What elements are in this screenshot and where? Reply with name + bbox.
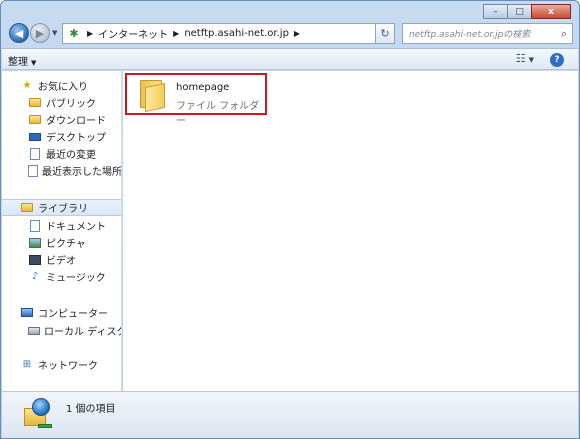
search-input[interactable]: netftp.asahi-net.or.jpの検索 <box>403 27 556 40</box>
sidebar-libraries[interactable]: ライブラリ <box>2 199 121 216</box>
breadcrumb-host[interactable]: netftp.asahi-net.or.jp <box>184 28 289 39</box>
local-disk-icon <box>28 325 40 337</box>
details-pane: 1 個の項目 <box>2 391 578 438</box>
refresh-button[interactable]: ↻ <box>375 23 395 44</box>
sidebar-item-label: ピクチャ <box>46 239 86 250</box>
sidebar-item-label: デスクトップ <box>46 133 106 144</box>
item-count: 1 個の項目 <box>66 404 116 415</box>
explorer-window: – □ x ◀ ▶ ▼ ✱ ▶ インターネット ▶ netftp.asahi-n… <box>0 0 580 439</box>
sidebar-item-local-disk[interactable]: ローカル ディスク ( <box>2 322 121 339</box>
sidebar-item-music[interactable]: ♪ ミュージック <box>2 268 121 285</box>
forward-button[interactable]: ▶ <box>30 23 50 43</box>
sidebar-network[interactable]: ⊞ ネットワーク <box>2 356 121 373</box>
star-icon: ★ <box>22 80 32 91</box>
chevron-right-icon[interactable]: ▶ <box>173 29 179 38</box>
navigation-pane: ★ お気に入り パブリック ダウンロード デスクトップ 最近の変更 最近表示した… <box>2 71 122 391</box>
refresh-icon: ↻ <box>380 27 390 40</box>
library-icon <box>20 202 34 214</box>
sidebar-item-documents[interactable]: ドキュメント <box>2 217 121 234</box>
sidebar-item-recent-places[interactable]: 最近表示した場所 <box>2 162 122 179</box>
organize-button[interactable]: 整理 ▼ <box>8 53 36 68</box>
chevron-right-icon[interactable]: ▶ <box>294 29 300 38</box>
minimize-button[interactable]: – <box>483 4 508 19</box>
sidebar-item-label: ドキュメント <box>46 222 106 233</box>
sidebar-item-label: ミュージック <box>46 273 106 284</box>
recent-places-icon <box>28 164 38 177</box>
command-bar: 整理 ▼ ☷ ▼ ? <box>2 48 578 70</box>
sidebar-item-downloads[interactable]: ダウンロード <box>2 111 121 128</box>
item-type: ファイル フォルダー <box>176 101 260 127</box>
sidebar-favorites[interactable]: ★ お気に入り <box>2 77 121 94</box>
chevron-down-icon: ▼ <box>528 56 534 64</box>
music-icon: ♪ <box>31 271 39 282</box>
sidebar-item-label: ビデオ <box>46 256 76 267</box>
sidebar-item-label: 最近の変更 <box>46 150 96 161</box>
breadcrumb-internet[interactable]: インターネット <box>98 26 168 41</box>
recent-changes-icon <box>28 147 42 160</box>
sidebar-item-label: ライブラリ <box>38 204 88 215</box>
view-options-button[interactable]: ☷ ▼ <box>516 52 534 65</box>
sidebar-item-desktop[interactable]: デスクトップ <box>2 128 121 145</box>
network-location-icon <box>24 398 52 430</box>
chevron-down-icon: ▼ <box>31 59 37 67</box>
search-icon[interactable]: ⌕ <box>556 27 572 41</box>
close-button[interactable]: x <box>531 4 571 19</box>
search-box[interactable]: netftp.asahi-net.or.jpの検索 ⌕ <box>402 23 573 44</box>
folder-item-homepage[interactable]: homepage ファイル フォルダー <box>125 73 267 127</box>
sidebar-item-label: ダウンロード <box>46 116 106 127</box>
internet-globe-icon: ✱ <box>69 27 79 40</box>
sidebar-item-label: 最近表示した場所 <box>42 167 122 178</box>
organize-label: 整理 <box>8 57 28 68</box>
maximize-button[interactable]: □ <box>507 4 532 19</box>
sidebar-item-label: コンピューター <box>38 309 108 320</box>
view-options-icon: ☷ <box>515 52 526 65</box>
help-button[interactable]: ? <box>550 53 564 67</box>
sidebar-item-videos[interactable]: ビデオ <box>2 251 121 268</box>
chevron-right-icon[interactable]: ▶ <box>87 29 93 38</box>
desktop-icon <box>28 131 42 143</box>
navigation-bar: ◀ ▶ ▼ ✱ ▶ インターネット ▶ netftp.asahi-net.or.… <box>7 21 575 47</box>
folder-icon <box>28 97 42 109</box>
network-icon: ⊞ <box>22 359 32 370</box>
item-name: homepage <box>176 82 230 93</box>
pictures-icon <box>28 237 42 249</box>
sidebar-item-label: パブリック <box>46 99 96 110</box>
sidebar-item-label: お気に入り <box>38 82 88 93</box>
address-bar[interactable]: ✱ ▶ インターネット ▶ netftp.asahi-net.or.jp ▶ ▼ <box>62 23 392 44</box>
videos-icon <box>28 254 42 266</box>
download-folder-icon <box>28 114 42 126</box>
back-button[interactable]: ◀ <box>9 23 29 43</box>
file-list: homepage ファイル フォルダー <box>123 71 578 391</box>
computer-icon <box>20 307 34 319</box>
recent-pages-dropdown[interactable]: ▼ <box>52 29 57 37</box>
folder-icon <box>139 80 167 113</box>
sidebar-item-label: ローカル ディスク ( <box>44 327 121 338</box>
sidebar-item-pictures[interactable]: ピクチャ <box>2 234 121 251</box>
sidebar-item-public[interactable]: パブリック <box>2 94 121 111</box>
sidebar-item-label: ネットワーク <box>38 361 98 372</box>
documents-icon <box>28 219 42 232</box>
sidebar-item-recent-changes[interactable]: 最近の変更 <box>2 145 121 162</box>
sidebar-computer[interactable]: コンピューター <box>2 304 121 321</box>
caption-buttons: – □ x <box>483 4 571 19</box>
